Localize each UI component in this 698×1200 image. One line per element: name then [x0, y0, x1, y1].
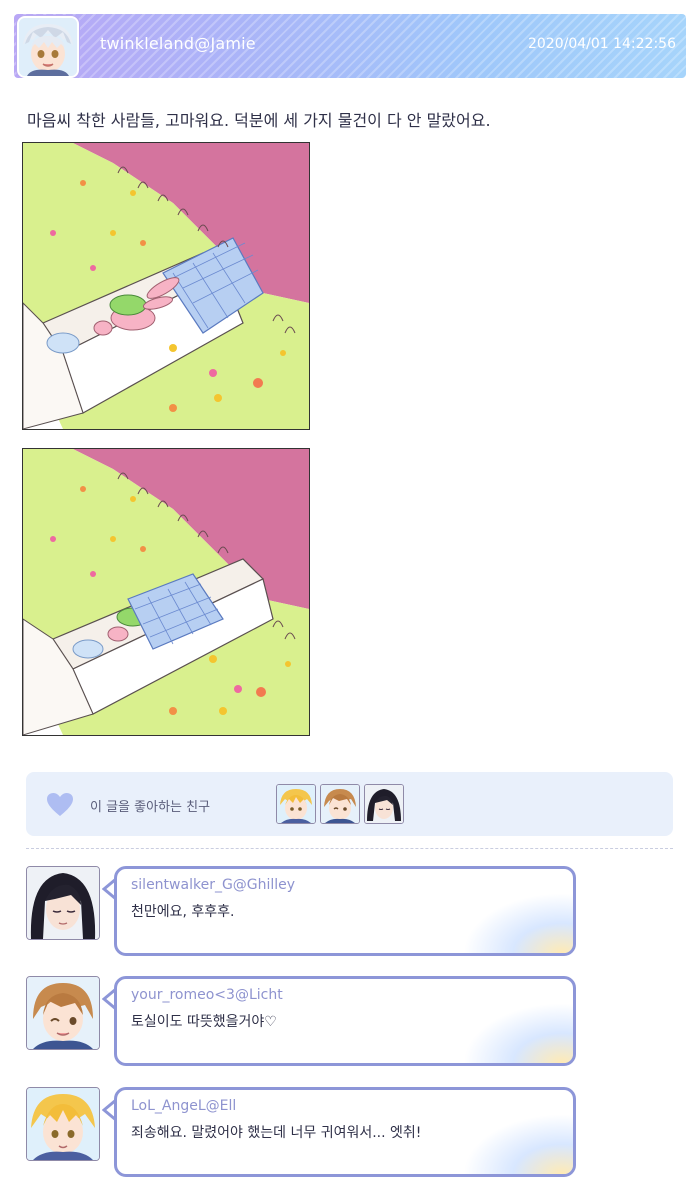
avatar-ghilley-image [365, 785, 403, 823]
post-body-text: 마음씨 착한 사람들, 고마워요. 덕분에 세 가지 물건이 다 안 말랐어요. [27, 111, 491, 130]
liker-avatar-ell[interactable] [276, 784, 316, 824]
likes-panel: 이 글을 좋아하는 친구 [26, 772, 673, 836]
bunny-on-wall-image-1 [23, 143, 309, 429]
section-divider [26, 848, 673, 849]
comment-text: 토실이도 따뜻했을거야♡ [131, 1014, 277, 1030]
comment-item: LoL_AngeL@Ell 죄송해요. 말렸어야 했는데 너무 귀여워서... … [26, 1087, 686, 1185]
post-photo-1[interactable] [22, 142, 310, 430]
comment-avatar-licht[interactable] [26, 976, 100, 1050]
post-header: twinkleland@Jamie 2020/04/01 14:22:56 [14, 14, 686, 78]
avatar-jamie-image [19, 18, 77, 76]
comment-username[interactable]: your_romeo<3@Licht [131, 987, 283, 1003]
post-username[interactable]: twinkleland@Jamie [100, 34, 256, 53]
avatar-ell-image [27, 1088, 99, 1160]
comment-text: 죄송해요. 말렸어야 했는데 너무 귀여워서... 엣취! [131, 1125, 422, 1141]
post-photo-2[interactable] [22, 448, 310, 736]
avatar-ghilley-image [27, 867, 99, 939]
comment-bubble: silentwalker_G@Ghilley 천만에요, 후후후. [114, 866, 576, 956]
post-timestamp: 2020/04/01 14:22:56 [527, 36, 676, 52]
avatar-licht-image [321, 785, 359, 823]
liker-avatar-ghilley[interactable] [364, 784, 404, 824]
heart-icon[interactable] [46, 792, 74, 818]
bunny-on-wall-image-2 [23, 449, 309, 735]
bubble-shine [463, 893, 573, 953]
comment-text: 천만에요, 후후후. [131, 904, 235, 920]
comment-avatar-ghilley[interactable] [26, 866, 100, 940]
comment-item: your_romeo<3@Licht 토실이도 따뜻했을거야♡ [26, 976, 686, 1074]
comment-avatar-ell[interactable] [26, 1087, 100, 1161]
comment-item: silentwalker_G@Ghilley 천만에요, 후후후. [26, 866, 686, 964]
avatar-ell-image [277, 785, 315, 823]
avatar-licht-image [27, 977, 99, 1049]
comment-username[interactable]: LoL_AngeL@Ell [131, 1098, 236, 1114]
bubble-shine [463, 1114, 573, 1174]
liker-avatar-licht[interactable] [320, 784, 360, 824]
likes-label: 이 글을 좋아하는 친구 [90, 800, 211, 815]
author-avatar[interactable] [17, 16, 79, 78]
comment-bubble: LoL_AngeL@Ell 죄송해요. 말렸어야 했는데 너무 귀여워서... … [114, 1087, 576, 1177]
bubble-shine [463, 1003, 573, 1063]
comment-username[interactable]: silentwalker_G@Ghilley [131, 877, 295, 893]
comment-bubble: your_romeo<3@Licht 토실이도 따뜻했을거야♡ [114, 976, 576, 1066]
